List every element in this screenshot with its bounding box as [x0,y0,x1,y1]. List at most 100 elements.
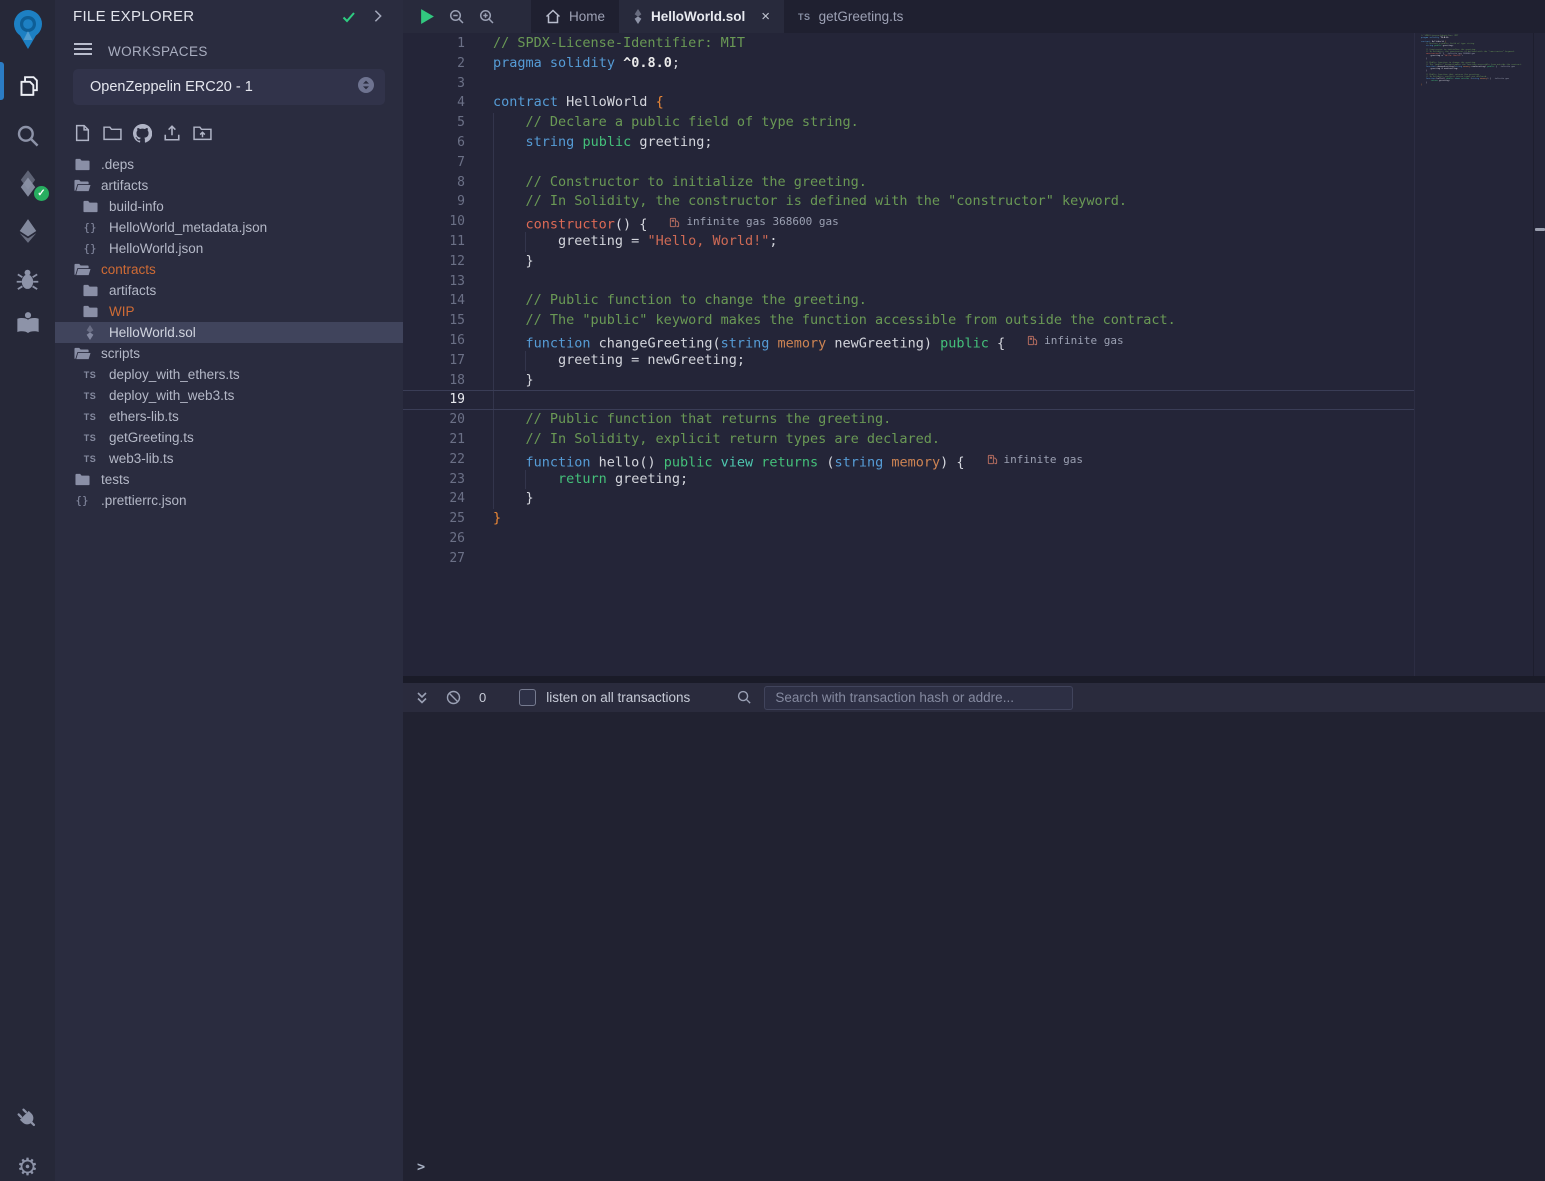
tree-item-deploy-with-ethers-ts[interactable]: TSdeploy_with_ethers.ts [55,364,403,385]
folder-icon [72,158,92,171]
tab-home[interactable]: Home [531,0,619,33]
tree-item-tests[interactable]: tests [55,469,403,490]
listen-transactions-checkbox[interactable] [519,689,536,706]
code-line[interactable]: 2pragma solidity ^0.8.0; [403,54,1414,74]
workspaces-row: WORKSPACES [73,42,208,61]
debugger-icon[interactable] [0,259,55,299]
gas-estimate-widget[interactable]: infinite gas 368600 gas [669,212,838,232]
code-line[interactable]: 9 // In Solidity, the constructor is def… [403,192,1414,212]
code-line[interactable]: 15 // The "public" keyword makes the fun… [403,311,1414,331]
code-line[interactable]: 23 return greeting; [403,470,1414,490]
tree-item--prettierrc-json[interactable]: {}.prettierrc.json [55,490,403,511]
tab-helloworld-sol[interactable]: HelloWorld.sol× [619,0,784,33]
tab-getgreeting-ts[interactable]: TSgetGreeting.ts [784,0,917,33]
settings-icon[interactable]: ⚙ [0,1148,55,1181]
gas-estimate-widget[interactable]: infinite gas [1027,331,1123,351]
search-icon[interactable] [0,116,55,156]
tree-item-label: scripts [101,346,140,361]
code-line[interactable]: 8 // Constructor to initialize the greet… [403,173,1414,193]
zoom-out-icon[interactable] [449,9,465,25]
zoom-in-icon[interactable] [479,9,495,25]
learn-icon[interactable] [0,303,55,343]
code-line[interactable]: 6 string public greeting; [403,133,1414,153]
code-line[interactable]: 25} [403,509,1414,529]
code-line[interactable]: 10 constructor() {infinite gas 368600 ga… [403,212,1414,232]
json-icon: {} [80,221,100,234]
tree-item-getgreeting-ts[interactable]: TSgetGreeting.ts [55,427,403,448]
code-line[interactable]: 17 greeting = newGreeting; [403,351,1414,371]
code-line[interactable]: 7 [403,153,1414,173]
transaction-search-input[interactable] [764,686,1073,710]
code-line[interactable]: 11 greeting = "Hello, World!"; [403,232,1414,252]
minimap[interactable]: // SPDX-License-Identifier: MIT pragma s… [1421,35,1533,90]
search-icon [737,690,752,705]
tree-item-wip[interactable]: WIP [55,301,403,322]
new-file-icon[interactable] [72,122,92,144]
tree-item-artifacts[interactable]: artifacts [55,175,403,196]
workspace-select[interactable]: OpenZeppelin ERC20 - 1 [73,69,385,105]
code-text: function hello() public view returns (st… [465,450,1083,470]
code-line[interactable]: 16 function changeGreeting(string memory… [403,331,1414,351]
tree-item-label: HelloWorld.sol [109,325,196,340]
code-line[interactable]: 3 [403,74,1414,94]
code-editor[interactable]: 1// SPDX-License-Identifier: MIT2pragma … [403,33,1545,676]
tree-item--deps[interactable]: .deps [55,154,403,175]
code-line[interactable]: 22 function hello() public view returns … [403,450,1414,470]
terminal-output[interactable]: > [403,712,1545,1181]
folder-icon [80,305,100,318]
solidity-icon [633,9,643,24]
code-line[interactable]: 12 } [403,252,1414,272]
tree-item-helloworld-metadata-json[interactable]: {}HelloWorld_metadata.json [55,217,403,238]
file-explorer-header: FILE EXPLORER [55,6,403,30]
tree-item-web3-lib-ts[interactable]: TSweb3-lib.ts [55,448,403,469]
scrollbar-cursor-decoration[interactable] [1535,228,1545,231]
tree-item-scripts[interactable]: scripts [55,343,403,364]
tree-item-ethers-lib-ts[interactable]: TSethers-lib.ts [55,406,403,427]
code-line[interactable]: 4contract HelloWorld { [403,93,1414,113]
tab-label: getGreeting.ts [819,9,904,24]
code-line[interactable]: 21 // In Solidity, explicit return types… [403,430,1414,450]
listen-transactions-label[interactable]: listen on all transactions [546,690,690,705]
tree-item-helloworld-sol[interactable]: HelloWorld.sol [55,322,403,343]
hamburger-menu-icon[interactable] [73,42,93,61]
tree-item-label: ethers-lib.ts [109,409,179,424]
solidity-compiler-icon[interactable]: ✓ [0,163,55,203]
publish-icon[interactable] [162,122,182,144]
chevron-right-icon[interactable] [371,9,385,28]
code-text: // Public function to change the greetin… [465,291,867,311]
deploy-run-icon[interactable] [0,211,55,251]
github-icon[interactable] [132,122,152,144]
code-line[interactable]: 26 [403,529,1414,549]
new-folder-icon[interactable] [102,122,122,144]
file-explorer-icon[interactable] [0,66,55,106]
code-line[interactable]: 20 // Public function that returns the g… [403,410,1414,430]
code-line[interactable]: 19 [403,390,1414,410]
line-number: 18 [403,371,465,391]
tree-item-deploy-with-web3-ts[interactable]: TSdeploy_with_web3.ts [55,385,403,406]
terminal-resize-handle[interactable] [403,676,1545,683]
plugin-manager-icon[interactable] [0,1098,55,1138]
expand-terminal-icon[interactable] [415,691,429,705]
tree-item-artifacts[interactable]: artifacts [55,280,403,301]
gas-estimate-label: infinite gas 368600 gas [686,212,838,232]
tree-item-contracts[interactable]: contracts [55,259,403,280]
code-line[interactable]: 13 [403,272,1414,292]
code-line[interactable]: 5 // Declare a public field of type stri… [403,113,1414,133]
clear-console-icon[interactable] [446,690,461,705]
gas-estimate-widget[interactable]: infinite gas [987,450,1083,470]
tree-item-helloworld-json[interactable]: {}HelloWorld.json [55,238,403,259]
code-line[interactable]: 18 } [403,371,1414,391]
file-tree: .depsartifactsbuild-info{}HelloWorld_met… [55,154,403,511]
code-line[interactable]: 1// SPDX-License-Identifier: MIT [403,34,1414,54]
code-text: greeting = "Hello, World!"; [465,232,778,252]
tree-item-build-info[interactable]: build-info [55,196,403,217]
editor-right-separator [1414,33,1415,676]
code-line[interactable]: 27 [403,549,1414,569]
code-line[interactable]: 14 // Public function to change the gree… [403,291,1414,311]
code-text [465,391,493,409]
upload-folder-icon[interactable] [192,122,212,144]
code-line[interactable]: 24 } [403,489,1414,509]
run-script-button[interactable] [420,8,435,25]
close-icon[interactable]: × [761,8,770,25]
remix-logo-icon[interactable] [0,4,55,52]
